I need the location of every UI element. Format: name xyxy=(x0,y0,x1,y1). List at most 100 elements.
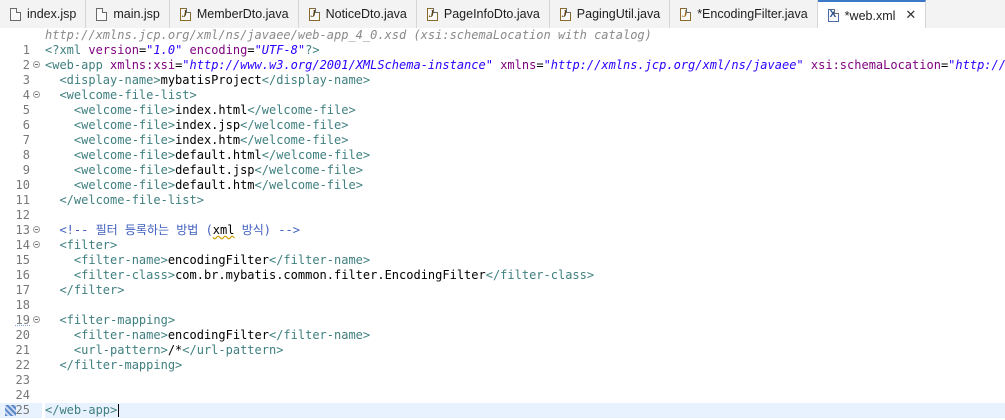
code-line[interactable]: </filter-mapping> xyxy=(45,358,1005,373)
code-line[interactable]: <filter> xyxy=(45,238,1005,253)
tab-label: index.jsp xyxy=(27,7,77,21)
code-token: xmlns:xsi xyxy=(110,58,176,72)
fold-toggle-icon[interactable] xyxy=(33,241,40,248)
line-number-text: 19 xyxy=(15,313,30,327)
code-line[interactable]: <welcome-file>default.html</welcome-file… xyxy=(45,148,1005,163)
code-line[interactable]: <welcome-file>default.jsp</welcome-file> xyxy=(45,163,1005,178)
code-line[interactable] xyxy=(45,208,1005,223)
tab-memberdto-java[interactable]: MemberDto.java xyxy=(170,0,299,28)
code-token: <filter> xyxy=(59,238,118,252)
code-line[interactable]: <url-pattern>/*</url-pattern> xyxy=(45,343,1005,358)
code-area[interactable]: <?xml version="1.0" encoding="UTF-8"?> <w… xyxy=(45,43,1005,420)
fold-toggle-icon[interactable] xyxy=(33,316,40,323)
code-token: <web-app xyxy=(45,58,111,72)
java-file-icon xyxy=(179,7,191,21)
line-number: 21 xyxy=(0,343,42,358)
code-token: xml xyxy=(212,223,235,237)
code-line[interactable]: <display-name>mybatisProject</display-na… xyxy=(45,73,1005,88)
code-token: = xyxy=(536,58,544,72)
code-line[interactable]: </web-app> xyxy=(45,403,1005,418)
line-number-text: 15 xyxy=(15,253,30,267)
code-line[interactable]: <welcome-file>index.html</welcome-file> xyxy=(45,103,1005,118)
java-file-icon xyxy=(308,7,320,21)
code-token: <welcome-file-list> xyxy=(59,88,197,102)
code-line[interactable]: <?xml version="1.0" encoding="UTF-8"?> xyxy=(45,43,1005,58)
line-number-text: 14 xyxy=(15,238,30,252)
line-number-text: 24 xyxy=(15,388,30,402)
code-line[interactable]: <welcome-file-list> xyxy=(45,88,1005,103)
code-token: <filter-name> xyxy=(73,328,168,342)
code-line[interactable]: </filter> xyxy=(45,283,1005,298)
code-line[interactable]: </welcome-file-list> xyxy=(45,193,1005,208)
code-token: <url-pattern> xyxy=(73,343,168,357)
code-token: </welcome-file> xyxy=(240,118,349,132)
xml-file-icon xyxy=(827,9,839,22)
fold-toggle-icon[interactable] xyxy=(33,226,40,233)
line-number: 8 xyxy=(0,148,42,163)
code-line[interactable]: <welcome-file>default.htm</welcome-file> xyxy=(45,178,1005,193)
code-token: </url-pattern> xyxy=(182,343,284,357)
code-token: "UTF-8" xyxy=(254,43,306,57)
code-token: </display-name> xyxy=(261,73,371,87)
code-line[interactable]: <welcome-file>index.jsp</welcome-file> xyxy=(45,118,1005,133)
code-line[interactable]: <filter-name>encodingFilter</filter-name… xyxy=(45,328,1005,343)
tab-web-xml[interactable]: *web.xml ✕ xyxy=(817,0,927,28)
code-token: 방식) --> xyxy=(234,223,300,237)
code-line[interactable]: <filter-mapping> xyxy=(45,313,1005,328)
code-token: <welcome-file> xyxy=(73,163,176,177)
code-token: </filter> xyxy=(59,283,125,297)
code-token: </welcome-file> xyxy=(254,163,363,177)
line-number: 16 xyxy=(0,268,42,283)
line-number-text: 8 xyxy=(22,148,30,162)
tab-pageinfodto-java[interactable]: PageInfoDto.java xyxy=(417,0,550,28)
fold-toggle-icon[interactable] xyxy=(33,91,40,98)
code-token: </filter-mapping> xyxy=(59,358,183,372)
tab-encodingfilter-java[interactable]: *EncodingFilter.java xyxy=(670,0,818,28)
fold-toggle-icon[interactable] xyxy=(33,61,40,68)
line-number: 24 xyxy=(0,388,42,403)
line-number-text: 1 xyxy=(22,43,30,57)
code-token: encodingFilter xyxy=(167,328,269,342)
line-number-text: 10 xyxy=(15,178,30,192)
line-number-text: 23 xyxy=(15,373,30,387)
code-line[interactable]: <web-app xmlns:xsi = "http://www.w3.org/20… xyxy=(45,58,1005,73)
bookmark-marker-icon[interactable] xyxy=(5,405,16,416)
close-tab-icon[interactable]: ✕ xyxy=(905,8,916,23)
line-number-text: 20 xyxy=(15,328,30,342)
tab-label: *web.xml xyxy=(844,8,896,23)
tab-noticedto-java[interactable]: NoticeDto.java xyxy=(299,0,417,28)
tab-main-jsp[interactable]: main.jsp xyxy=(86,0,170,28)
code-token: <welcome-file> xyxy=(73,133,176,147)
tab-pagingutil-java[interactable]: PagingUtil.java xyxy=(550,0,671,28)
code-line[interactable]: <!-- 필터 등록하는 방법 (xml 방식) --> xyxy=(45,223,1005,238)
line-number-text: 25 xyxy=(15,403,30,417)
code-line[interactable] xyxy=(45,373,1005,388)
editor-tab-bar: index.jsp main.jsp MemberDto.java NoticeDto… xyxy=(0,0,1005,29)
tab-label: *EncodingFilter.java xyxy=(697,7,808,21)
code-line[interactable] xyxy=(45,388,1005,403)
tab-index-jsp[interactable]: index.jsp xyxy=(0,0,87,28)
line-number: 6 xyxy=(0,118,42,133)
code-token: </welcome-file> xyxy=(240,133,349,147)
code-token: com.br.mybatis.common.filter.EncodingFil… xyxy=(175,268,486,282)
code-line[interactable]: <filter-class>com.br.mybatis.common.filt… xyxy=(45,268,1005,283)
code-token: <welcome-file> xyxy=(73,148,176,162)
code-line[interactable] xyxy=(45,298,1005,313)
line-number-text: 3 xyxy=(22,73,30,87)
line-number: 18 xyxy=(0,298,42,313)
line-number: 7 xyxy=(0,133,42,148)
line-number: 12 xyxy=(0,208,42,223)
line-number-gutter[interactable]: 1 2 3 4 5 6 7 8 9 10 11 12 13 14 15 16 17 18 19 20 21 22 23 24 2… xyxy=(0,43,42,420)
xml-editor[interactable]: http://xmlns.jcp.org/xml/ns/javaee/web-a… xyxy=(0,28,1005,420)
code-line[interactable]: <welcome-file>index.htm</welcome-file> xyxy=(45,133,1005,148)
code-line[interactable]: <filter-name>encodingFilter</filter-name… xyxy=(45,253,1005,268)
jsp-file-icon xyxy=(10,7,21,21)
